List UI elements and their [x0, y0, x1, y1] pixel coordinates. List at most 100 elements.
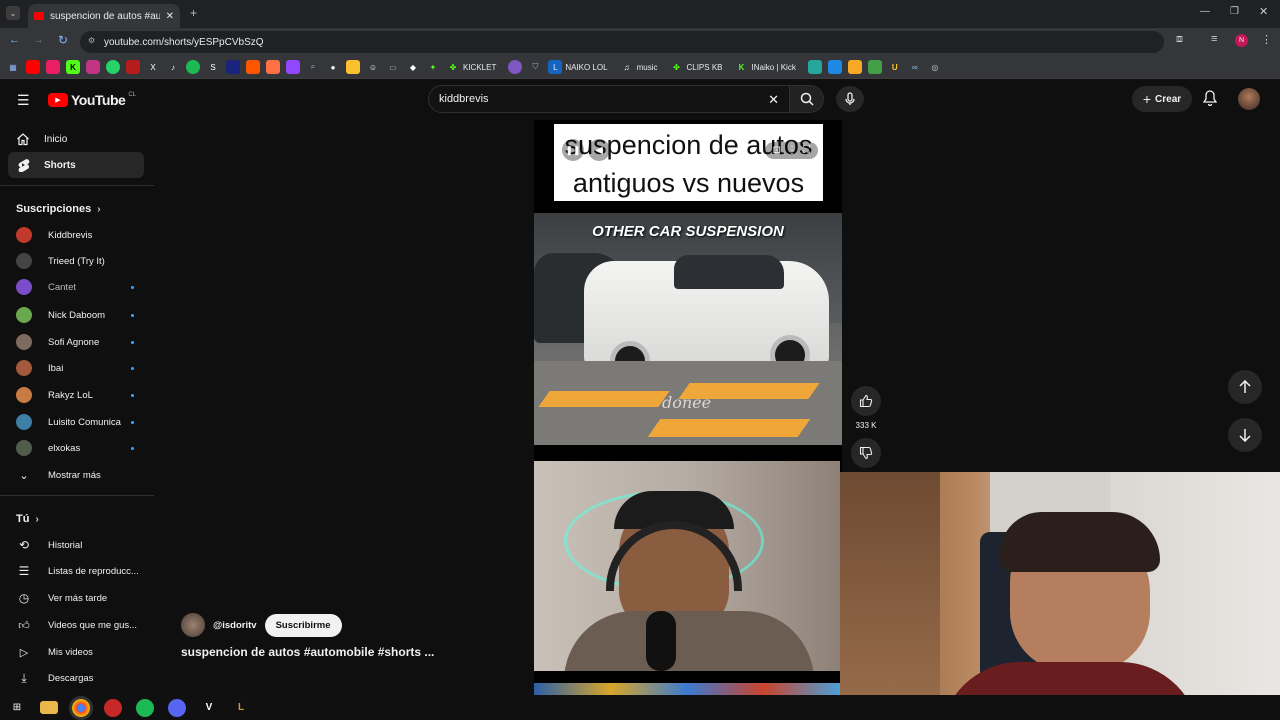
- bookmark-kick-icon[interactable]: K: [66, 60, 80, 74]
- file-explorer-icon[interactable]: [40, 701, 58, 714]
- bookmark-link-icon[interactable]: ∞: [908, 60, 922, 74]
- next-video-preview[interactable]: [534, 683, 840, 695]
- bookmark-teal-icon[interactable]: [807, 60, 822, 74]
- sidebar-item-playlists[interactable]: ☰ Listas de reproducc...: [16, 560, 146, 582]
- bookmark-naiko-kick[interactable]: K INaiko | Kick: [735, 60, 796, 74]
- apps-grid-icon[interactable]: ▦: [6, 60, 20, 74]
- clear-search-icon[interactable]: ✕: [768, 92, 779, 108]
- dislike-button[interactable]: [851, 438, 881, 468]
- previous-short-button[interactable]: [1228, 370, 1262, 404]
- search-button[interactable]: [790, 85, 824, 113]
- epic-icon[interactable]: V: [200, 699, 218, 717]
- bookmark-globe-icon[interactable]: ◎: [928, 60, 942, 74]
- bookmark-shield-icon[interactable]: ⛉: [528, 60, 542, 74]
- subscription-item[interactable]: Sofi Agnone: [16, 331, 146, 353]
- reload-icon[interactable]: ↻: [58, 33, 68, 47]
- bookmark-twitch-icon[interactable]: [286, 60, 300, 74]
- subscription-item[interactable]: Luisito Comunica: [16, 411, 146, 433]
- back-arrow-icon[interactable]: ←: [9, 34, 20, 46]
- bookmark-yellow-icon[interactable]: [346, 60, 360, 74]
- subscription-item[interactable]: Cantet: [16, 276, 146, 298]
- sidebar-item-inicio[interactable]: Inicio: [8, 126, 144, 152]
- subscription-item[interactable]: Rakyz LoL: [16, 384, 146, 406]
- sidebar-item-downloads[interactable]: ⤓ Descargas: [16, 667, 146, 689]
- subscription-item[interactable]: Kiddbrevis: [16, 224, 146, 246]
- subscriptions-heading[interactable]: Suscripciones ›: [16, 203, 101, 215]
- chrome-taskbar-icon[interactable]: [72, 698, 90, 717]
- sidebar-item-historial[interactable]: ⟲ Historial: [16, 534, 146, 556]
- more-options-icon[interactable]: ⋮: [787, 145, 797, 156]
- subscription-item[interactable]: Trieed (Try It): [16, 250, 146, 272]
- new-tab-button[interactable]: +: [190, 6, 197, 20]
- tab-search-button[interactable]: ⌄: [6, 6, 20, 20]
- sidebar-item-watch-later[interactable]: ◷ Ver más tarde: [16, 587, 146, 609]
- you-heading[interactable]: Tú ›: [16, 513, 39, 525]
- account-avatar[interactable]: [1238, 88, 1260, 110]
- browser-menu-icon[interactable]: ⋮: [1261, 33, 1272, 46]
- bookmark-soundcloud-icon[interactable]: [246, 60, 260, 74]
- league-client-icon[interactable]: L: [232, 699, 250, 717]
- bookmark-blue-icon[interactable]: [226, 60, 240, 74]
- bookmark-orange-icon[interactable]: [266, 60, 280, 74]
- volume-icon[interactable]: ◀: [588, 139, 610, 161]
- next-short-button[interactable]: [1228, 418, 1262, 452]
- youtube-logo[interactable]: ▶ YouTube CL: [48, 92, 136, 108]
- close-tab-icon[interactable]: ✕: [166, 11, 174, 22]
- bookmark-cat-icon[interactable]: ☺: [366, 60, 380, 74]
- bookmark-image-icon[interactable]: ▭: [386, 60, 400, 74]
- hamburger-menu-icon[interactable]: ☰: [17, 92, 30, 109]
- media-controls-icon[interactable]: ≡: [1211, 33, 1217, 45]
- sidebar-item-shorts[interactable]: Shorts: [8, 152, 144, 178]
- spotify-taskbar-icon[interactable]: [136, 698, 154, 717]
- voice-search-button[interactable]: [836, 86, 864, 112]
- subscription-item[interactable]: elxokas: [16, 437, 146, 459]
- bookmark-whatsapp-icon[interactable]: [106, 60, 120, 74]
- notifications-bell-icon[interactable]: [1202, 90, 1218, 111]
- forward-arrow-icon[interactable]: →: [33, 34, 44, 46]
- channel-avatar[interactable]: [181, 613, 205, 637]
- channel-handle[interactable]: @isdoritv: [213, 620, 257, 631]
- bookmark-green-icon[interactable]: ✦: [426, 60, 440, 74]
- bookmark-music[interactable]: ♫ music: [620, 60, 658, 74]
- bookmark-youtube-icon[interactable]: [26, 60, 40, 74]
- bookmark-kicklet[interactable]: ✤ KICKLET: [446, 60, 497, 74]
- bookmark-github-icon[interactable]: ●: [326, 60, 340, 74]
- subscription-item[interactable]: Ibai: [16, 357, 146, 379]
- bookmark-bars-icon[interactable]: [827, 60, 842, 74]
- bookmark-spotify-icon[interactable]: [186, 60, 200, 74]
- bookmark-clips-kb[interactable]: ✤ CLIPS KB: [669, 60, 722, 74]
- bookmark-instagram-icon[interactable]: [86, 60, 100, 74]
- subscribe-button[interactable]: Suscribirme: [264, 613, 342, 637]
- bookmark-pink-icon[interactable]: [46, 60, 60, 74]
- bookmark-diamond-icon[interactable]: ◆: [406, 60, 420, 74]
- bookmark-tiktok-icon[interactable]: ♪: [166, 60, 180, 74]
- site-info-icon[interactable]: ⚙: [88, 36, 95, 45]
- create-button[interactable]: + Crear: [1132, 86, 1192, 112]
- like-button[interactable]: [851, 386, 881, 416]
- address-bar[interactable]: ⚙ youtube.com/shorts/yESPpCVbSzQ: [80, 31, 1164, 53]
- obs-icon[interactable]: [104, 698, 122, 717]
- windows-start-icon[interactable]: ⊞: [8, 699, 26, 717]
- bookmark-gold-icon[interactable]: [847, 60, 862, 74]
- pause-icon[interactable]: ❚❚: [562, 139, 584, 161]
- captions-icon[interactable]: ⊡: [773, 145, 781, 156]
- discord-icon[interactable]: [168, 698, 186, 717]
- minimize-button[interactable]: —: [1200, 6, 1210, 17]
- bookmark-x-icon[interactable]: X: [146, 60, 160, 74]
- video-title[interactable]: suspencion de autos #automobile #shorts …: [181, 645, 434, 659]
- sidebar-item-my-videos[interactable]: ▷ Mis videos: [16, 641, 146, 663]
- bookmark-purple-icon[interactable]: [508, 60, 523, 74]
- profile-avatar[interactable]: N: [1235, 34, 1248, 47]
- bookmark-naiko-lol[interactable]: L NAIKO LOL: [548, 60, 608, 74]
- bookmark-search-icon[interactable]: ⌕: [306, 60, 320, 74]
- extensions-icon[interactable]: ⧈: [1176, 33, 1183, 46]
- search-input[interactable]: kiddbrevis ✕: [428, 85, 790, 113]
- browser-tab-active[interactable]: suspencion de autos #automobile ✕: [28, 4, 180, 28]
- sidebar-item-liked-videos[interactable]: 👍︎ Videos que me gus...: [16, 614, 146, 636]
- show-more-button[interactable]: ⌄ Mostrar más: [16, 464, 146, 486]
- subscription-item[interactable]: Nick Daboom: [16, 304, 146, 326]
- close-window-button[interactable]: ✕: [1259, 5, 1268, 18]
- bookmark-u-icon[interactable]: U: [888, 60, 902, 74]
- bookmark-s-icon[interactable]: S: [206, 60, 220, 74]
- bookmark-green2-icon[interactable]: [867, 60, 882, 74]
